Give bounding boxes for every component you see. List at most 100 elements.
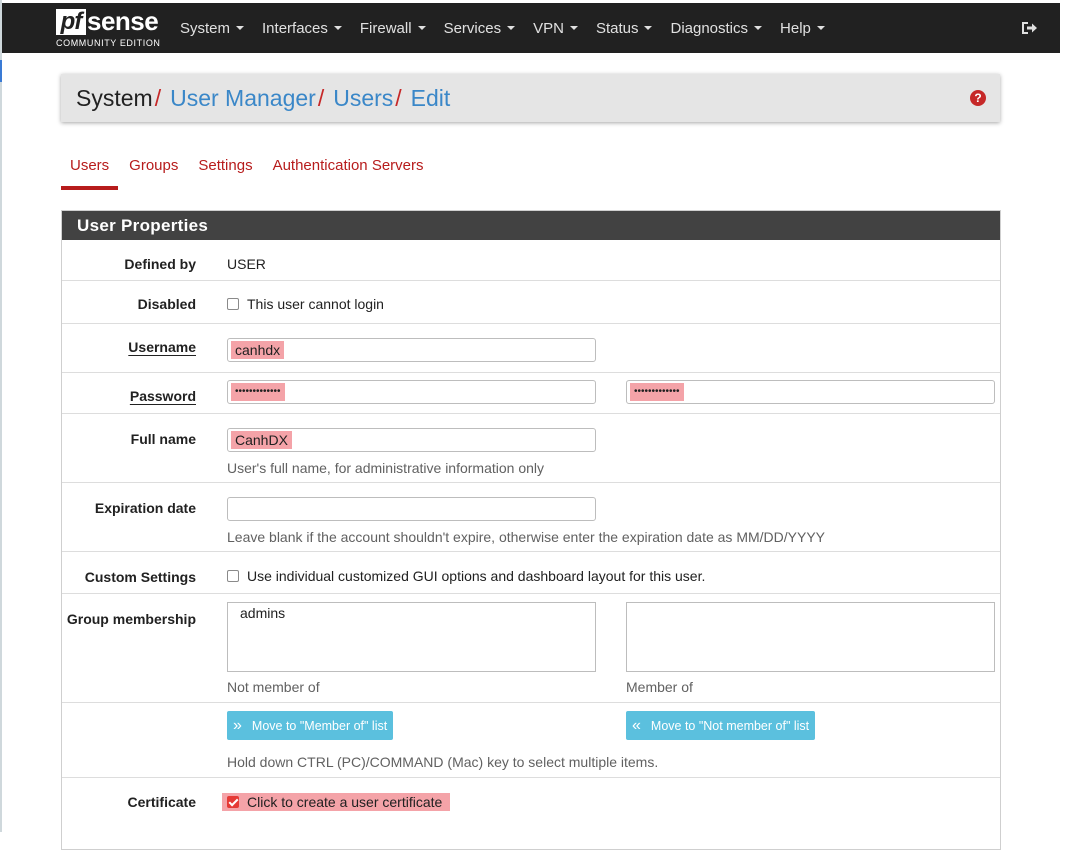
username-value: canhdx (231, 341, 285, 359)
move-to-member-button[interactable]: » Move to "Member of" list (227, 711, 394, 740)
breadcrumb-root: System (76, 84, 153, 111)
double-chevron-left-icon: « (632, 716, 641, 734)
caret-down-icon (569, 26, 578, 30)
expiration-label: Expiration date (94, 500, 196, 516)
caret-down-icon (754, 26, 763, 30)
tab-groups[interactable]: Groups (120, 150, 187, 190)
user-properties-panel: User Properties Defined by USER Disabled… (61, 210, 1001, 850)
menu-system-label: System (180, 19, 231, 37)
menu-interfaces[interactable]: Interfaces (262, 20, 342, 37)
certificate-checkbox-label: Click to create a user certificate (247, 794, 443, 810)
caret-down-icon (816, 26, 825, 30)
double-chevron-right-icon: » (233, 716, 242, 734)
move-to-member-label: Move to "Member of" list (251, 718, 388, 733)
logout-icon[interactable] (1020, 19, 1038, 37)
caret-down-icon (333, 26, 342, 30)
breadcrumb-separator: / (395, 84, 402, 111)
row-username: Username canhdx (62, 324, 1000, 373)
menu-interfaces-label: Interfaces (262, 19, 328, 37)
custom-settings-checkbox-wrap[interactable]: Use individual customized GUI options an… (227, 568, 705, 584)
top-navbar: pf sense COMMUNITY EDITION System Interf… (2, 3, 1060, 53)
tab-authentication-servers[interactable]: Authentication Servers (264, 150, 433, 190)
disabled-checkbox[interactable] (227, 298, 239, 310)
menu-firewall[interactable]: Firewall (360, 20, 426, 37)
caret-down-icon (236, 26, 245, 30)
menu-diagnostics-label: Diagnostics (670, 19, 749, 37)
defined-by-value: USER (227, 256, 266, 272)
password-confirm-input[interactable]: ••••••••••••• (626, 380, 995, 404)
menu-help-label: Help (780, 19, 811, 37)
listbox-option[interactable]: admins (240, 605, 583, 621)
full-name-value: CanhDX (231, 431, 292, 449)
logo-sense: sense (87, 6, 159, 36)
member-caption: Member of (626, 679, 693, 695)
defined-by-label: Defined by (124, 256, 196, 272)
logo-edition: COMMUNITY EDITION (56, 38, 161, 48)
disabled-checkbox-wrap[interactable]: This user cannot login (227, 296, 384, 312)
member-listbox[interactable] (626, 602, 995, 672)
custom-settings-checkbox[interactable] (227, 570, 239, 582)
row-expiration: Expiration date Leave blank if the accou… (62, 483, 1000, 552)
certificate-checkbox-wrap[interactable]: Click to create a user certificate (222, 793, 451, 811)
menu-system[interactable]: System (180, 19, 245, 37)
breadcrumb-separator: / (317, 84, 325, 111)
window-edge-accent (0, 60, 2, 82)
pfsense-logo[interactable]: pf sense COMMUNITY EDITION (56, 3, 166, 53)
menu-help[interactable]: Help (780, 20, 825, 37)
breadcrumb-users[interactable]: Users (333, 85, 393, 112)
row-full-name: Full name CanhDX User's full name, for a… (62, 414, 1000, 483)
multi-select-help: Hold down CTRL (PC)/COMMAND (Mac) key to… (227, 754, 659, 770)
breadcrumb-separator: / (154, 84, 162, 111)
password-label: Password (129, 388, 196, 404)
breadcrumb-user-manager[interactable]: User Manager (170, 85, 316, 112)
row-move-buttons: » Move to "Member of" list « Move to "No… (62, 703, 1000, 778)
row-custom-settings: Custom Settings Use individual customize… (62, 552, 1000, 594)
disabled-checkbox-label: This user cannot login (247, 296, 384, 312)
certificate-checkbox[interactable] (227, 796, 239, 808)
disabled-label: Disabled (137, 296, 196, 312)
window-edge (0, 0, 2, 832)
row-password: Password ••••••••••••• ••••••••••••• (62, 373, 1000, 414)
menu-status[interactable]: Status (596, 20, 653, 37)
menu-firewall-label: Firewall (359, 19, 412, 37)
expiration-help: Leave blank if the account shouldn't exp… (227, 529, 826, 545)
full-name-input[interactable]: CanhDX (227, 428, 596, 452)
panel-title: User Properties (62, 211, 1000, 240)
breadcrumb-edit[interactable]: Edit (411, 85, 451, 112)
password-confirm-value: ••••••••••••• (630, 383, 684, 401)
main-menu: System Interfaces Firewall Services VPN … (180, 20, 843, 37)
move-to-not-member-button[interactable]: « Move to "Not member of" list (626, 711, 816, 740)
username-input[interactable]: canhdx (227, 338, 596, 362)
password-input[interactable]: ••••••••••••• (227, 380, 596, 404)
full-name-help: User's full name, for administrative inf… (227, 460, 545, 476)
password-value: ••••••••••••• (231, 383, 285, 401)
menu-services-label: Services (443, 19, 502, 37)
group-membership-label: Group membership (66, 611, 196, 627)
tab-settings[interactable]: Settings (189, 150, 261, 190)
logo-pf: pf (56, 9, 86, 35)
menu-diagnostics[interactable]: Diagnostics (670, 19, 763, 37)
not-member-caption: Not member of (227, 679, 320, 695)
certificate-label: Certificate (127, 794, 196, 810)
menu-services[interactable]: Services (444, 20, 516, 37)
custom-settings-checkbox-label: Use individual customized GUI options an… (247, 568, 706, 584)
row-defined-by: Defined by USER (62, 240, 1000, 281)
move-to-not-member-label: Move to "Not member of" list (650, 718, 810, 733)
username-label: Username (128, 339, 196, 355)
row-disabled: Disabled This user cannot login (62, 281, 1000, 324)
caret-down-icon (644, 26, 653, 30)
custom-settings-label: Custom Settings (84, 569, 196, 585)
row-certificate: Certificate Click to create a user certi… (62, 778, 1000, 821)
caret-down-icon (507, 26, 516, 30)
menu-vpn[interactable]: VPN (533, 20, 578, 37)
expiration-input[interactable] (227, 497, 596, 521)
menu-vpn-label: VPN (533, 19, 564, 37)
row-group-membership: Group membership admins Not member of Me… (62, 594, 1000, 703)
question-circle-icon[interactable]: ? (970, 90, 986, 106)
menu-status-label: Status (595, 19, 639, 37)
tab-users[interactable]: Users (61, 150, 119, 190)
tab-bar: Users Groups Settings Authentication Ser… (61, 150, 435, 190)
full-name-label: Full name (130, 431, 196, 447)
not-member-listbox[interactable]: admins (227, 602, 596, 672)
caret-down-icon (417, 26, 426, 30)
